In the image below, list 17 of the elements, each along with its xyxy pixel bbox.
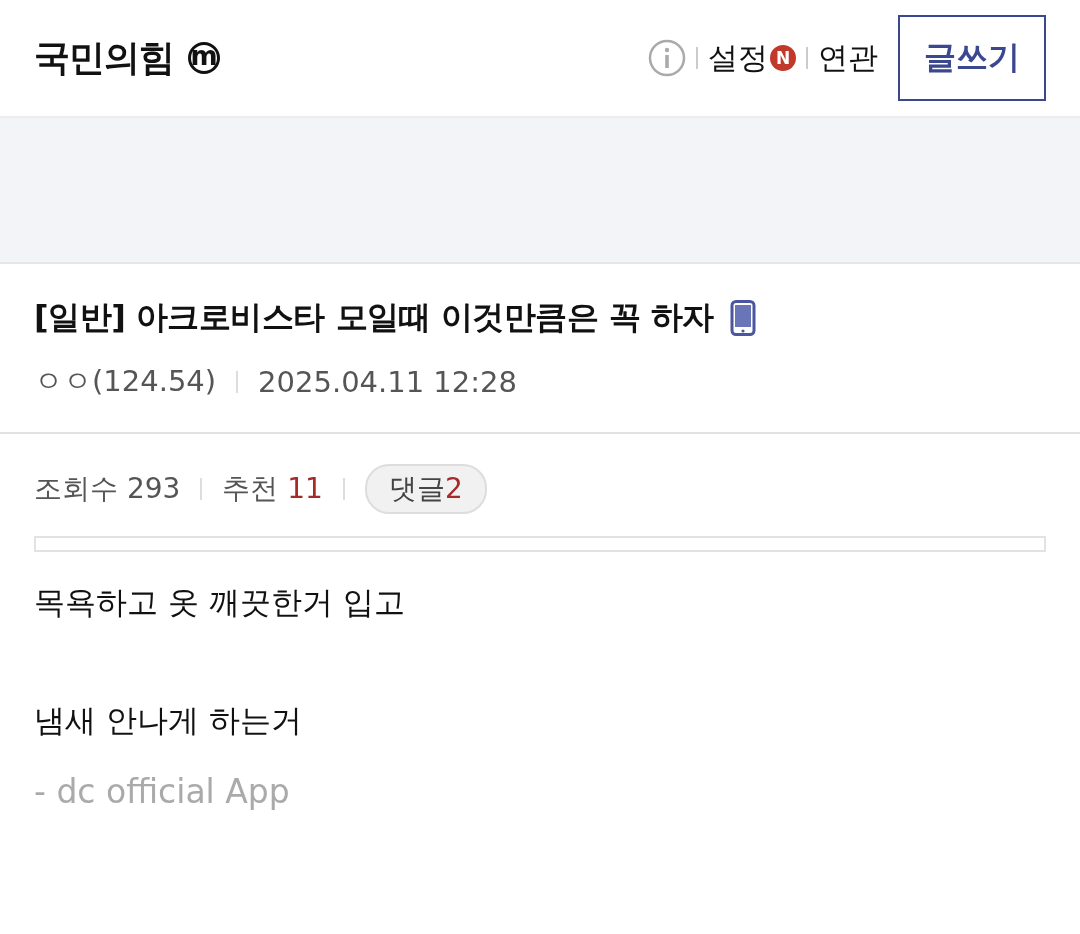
info-icon[interactable] <box>648 39 686 77</box>
post-writer[interactable]: ㅇㅇ(124.54) <box>34 362 217 402</box>
related-link[interactable]: 연관 <box>818 37 878 79</box>
settings-link[interactable]: 설정 <box>708 37 768 79</box>
post-paragraph: 목욕하고 옷 깨끗한거 입고 <box>34 583 406 622</box>
mobile-phone-icon <box>729 300 756 336</box>
minor-gallery-badge: m <box>188 42 220 74</box>
post-paragraph: 냄새 안나게 하는거 <box>34 701 303 740</box>
new-badge: N <box>770 45 796 71</box>
write-button[interactable]: 글쓰기 <box>898 15 1046 101</box>
view-count: 조회수 293 <box>34 471 181 507</box>
recommend-count: 추천 11 <box>222 471 323 507</box>
gallery-title[interactable]: 국민의힘 <box>34 33 174 83</box>
post-date: 2025.04.11 12:28 <box>258 365 517 399</box>
post-title: [일반] 아크로비스타 모일때 이것만큼은 꼭 하자 <box>34 297 714 338</box>
app-signature: - dc official App <box>34 772 291 811</box>
comment-count-button[interactable]: 댓글2 <box>364 464 487 514</box>
